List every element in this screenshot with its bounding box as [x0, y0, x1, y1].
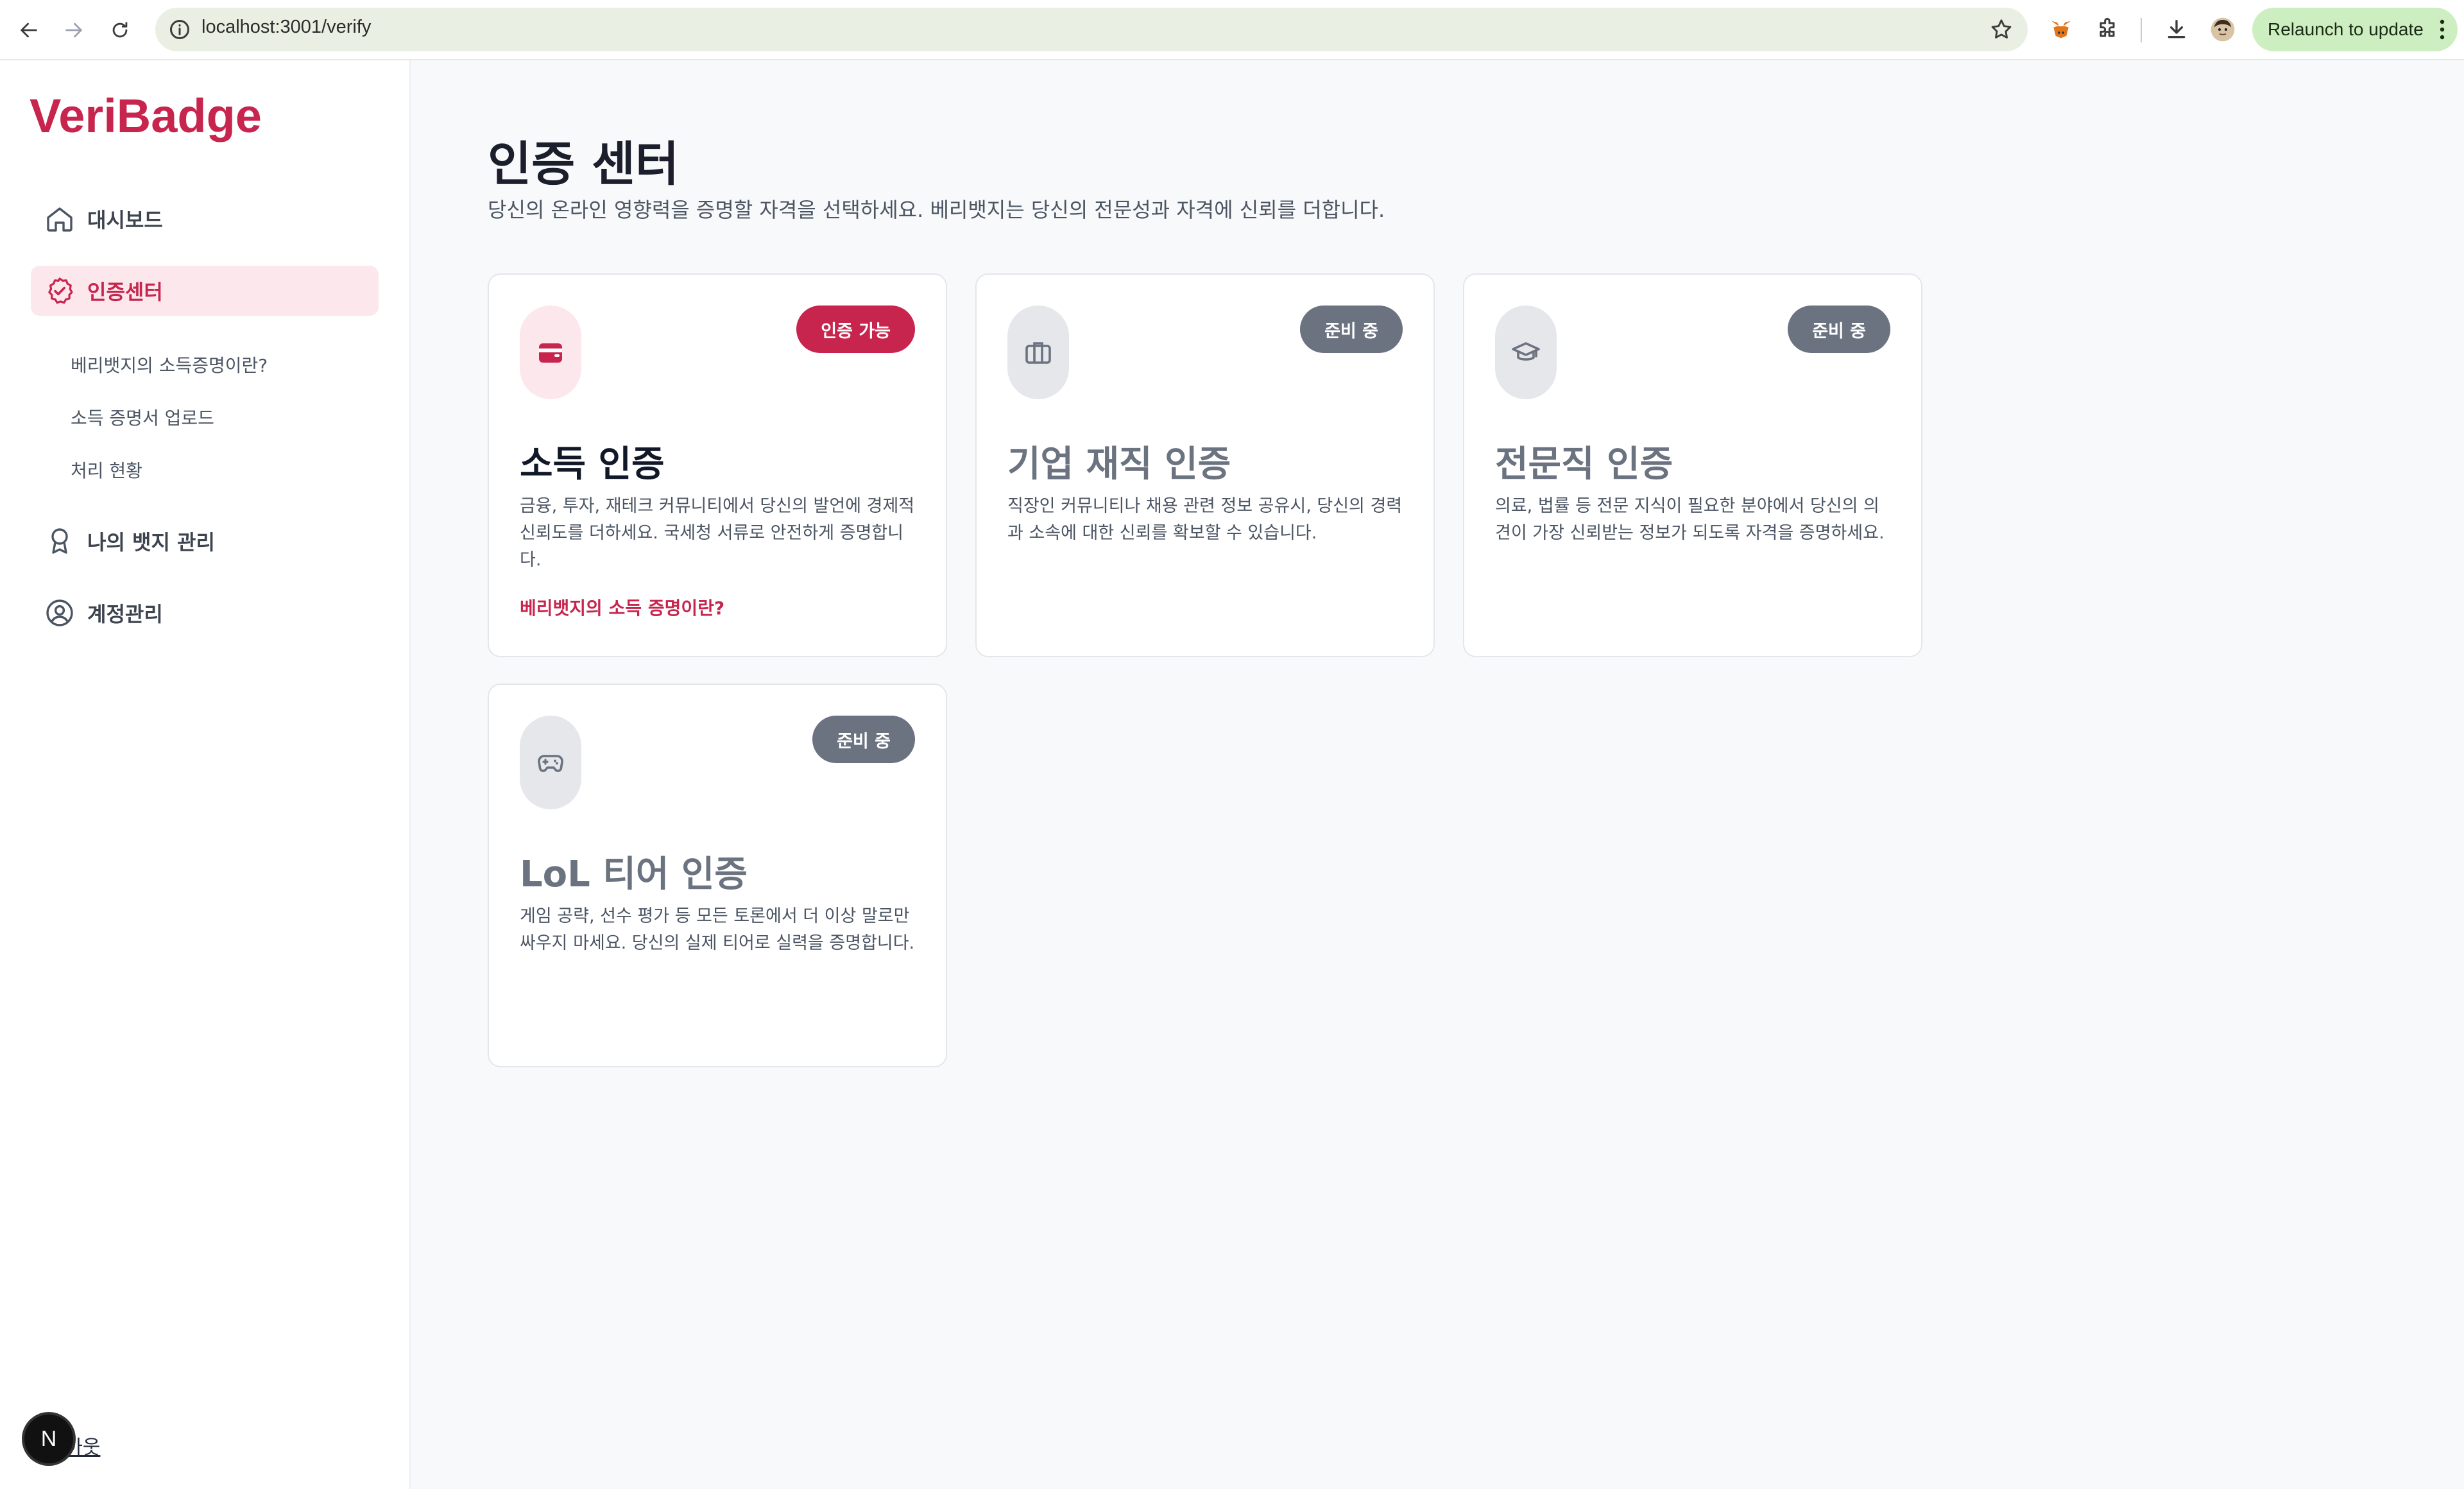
dev-tools-badge[interactable]: N [24, 1415, 73, 1463]
briefcase-icon [1007, 306, 1069, 399]
bookmark-star-icon[interactable] [1989, 17, 2014, 42]
sidebar-subitem-upload-certificate[interactable]: 소득 증명서 업로드 [71, 404, 214, 430]
sidebar-subitem-income-proof-info[interactable]: 베리뱃지의 소득증명이란? [71, 352, 268, 377]
site-info-icon[interactable] [168, 18, 191, 41]
page-title: 인증 센터 [488, 137, 680, 192]
card-title: 기업 재직 인증 [1007, 443, 1231, 485]
gamepad-icon [520, 716, 581, 809]
browser-toolbar: localhost:3001/verify Relaunch to update [0, 0, 2464, 60]
wallet-icon [520, 306, 581, 399]
ribbon-icon [44, 525, 76, 557]
sidebar-item-dashboard[interactable]: 대시보드 [31, 194, 379, 244]
card-title: 소득 인증 [520, 443, 665, 485]
puzzle-icon [2100, 17, 2115, 37]
status-badge: 인증 가능 [796, 306, 915, 353]
sidebar-item-label: 계정관리 [87, 602, 163, 626]
arrow-left-icon [21, 22, 37, 38]
profile-button[interactable] [2209, 15, 2237, 44]
app-logo[interactable]: VeriBadge [30, 89, 262, 143]
sidebar-item-my-badges[interactable]: 나의 뱃지 관리 [31, 516, 379, 566]
card-description: 직장인 커뮤니티나 채용 관련 정보 공유시, 당신의 경력과 소속에 대한 신… [1007, 496, 1403, 543]
check-badge-icon [44, 275, 76, 307]
employment-verification-card[interactable]: 준비 중 기업 재직 인증 직장인 커뮤니티나 채용 관련 정보 공유시, 당신… [975, 273, 1435, 657]
status-badge: 준비 중 [1300, 306, 1403, 353]
status-badge: 준비 중 [1788, 306, 1890, 353]
url-text: localhost:3001/verify [201, 17, 372, 37]
download-icon [2168, 19, 2186, 39]
toolbar-divider [2141, 18, 2142, 42]
professional-verification-card[interactable]: 준비 중 전문직 인증 의료, 법률 등 전문 지식이 필요한 분야에서 당신의… [1463, 273, 1922, 657]
income-verification-card[interactable]: 인증 가능 소득 인증 금융, 투자, 재테크 커뮤니티에서 당신의 발언에 경… [488, 273, 947, 657]
arrow-right-icon [65, 22, 82, 38]
back-button[interactable] [13, 14, 45, 46]
forward-button[interactable] [58, 14, 90, 46]
income-proof-info-link[interactable]: 베리뱃지의 소득 증명이란? [520, 594, 724, 620]
graduation-cap-icon [1495, 306, 1557, 399]
sidebar-item-account[interactable]: 계정관리 [31, 588, 379, 638]
relaunch-label: Relaunch to update [2268, 19, 2424, 39]
sidebar-item-label: 대시보드 [87, 208, 163, 232]
reload-icon [112, 22, 128, 38]
avatar-icon [2211, 17, 2235, 42]
sidebar-item-label: 인증센터 [87, 280, 163, 304]
fox-icon [2051, 21, 2071, 39]
card-title: LoL 티어 인증 [520, 854, 748, 895]
home-icon [44, 203, 76, 235]
lol-tier-verification-card[interactable]: 준비 중 LoL 티어 인증 게임 공략, 선수 평가 등 모든 토론에서 더 … [488, 684, 947, 1067]
user-circle-icon [44, 597, 76, 629]
extensions-button[interactable] [2093, 15, 2121, 44]
card-description: 게임 공략, 선수 평가 등 모든 토론에서 더 이상 말로만 싸우지 마세요.… [520, 906, 915, 953]
sidebar-item-verify-center[interactable]: 인증센터 [31, 266, 379, 316]
page-subtitle: 당신의 온라인 영향력을 증명할 자격을 선택하세요. 베리뱃지는 당신의 전문… [488, 198, 1385, 222]
sidebar-subitem-processing-status[interactable]: 처리 현황 [71, 457, 142, 483]
metamask-extension-button[interactable] [2047, 15, 2075, 44]
sidebar-item-label: 나의 뱃지 관리 [87, 530, 215, 555]
downloads-button[interactable] [2162, 15, 2191, 44]
more-vert-icon [2440, 19, 2445, 40]
status-badge: 준비 중 [812, 716, 915, 763]
address-bar[interactable]: localhost:3001/verify [155, 8, 2028, 51]
relaunch-update-button[interactable]: Relaunch to update [2252, 8, 2458, 51]
card-description: 의료, 법률 등 전문 지식이 필요한 분야에서 당신의 의견이 가장 신뢰받는… [1495, 496, 1885, 543]
sidebar: VeriBadge 대시보드 인증센터 베리뱃지의 소득증명이란? 소득 증명서… [0, 60, 411, 1489]
card-description: 금융, 투자, 재테크 커뮤니티에서 당신의 발언에 경제적 신뢰도를 더하세요… [520, 496, 915, 570]
reload-button[interactable] [104, 14, 136, 46]
card-title: 전문직 인증 [1495, 443, 1673, 485]
